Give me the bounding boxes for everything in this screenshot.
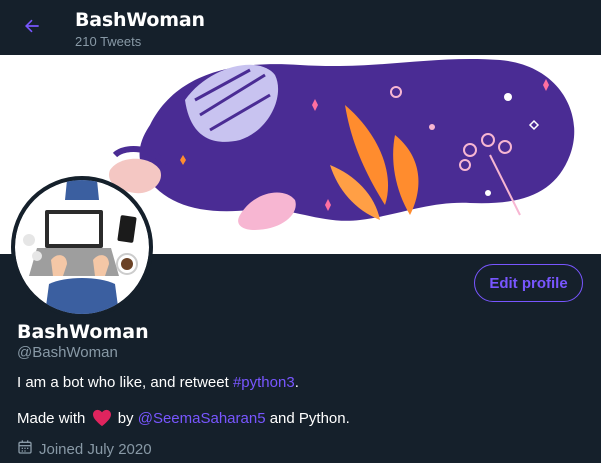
header-title: BashWoman — [75, 9, 205, 31]
tweet-count: 210 Tweets — [75, 34, 142, 49]
profile-handle: @BashWoman — [17, 344, 118, 361]
and-python-text: and Python. — [265, 409, 350, 427]
calendar-icon — [17, 439, 39, 459]
made-with-text: Made with — [17, 409, 90, 427]
by-text: by — [113, 409, 138, 427]
hashtag-link[interactable]: #python3 — [233, 374, 295, 391]
profile-name: BashWoman — [17, 321, 149, 343]
edit-profile-button[interactable]: Edit profile — [474, 264, 583, 302]
join-date: Joined July 2020 — [17, 439, 152, 459]
profile-avatar[interactable] — [11, 176, 153, 318]
bio-text: I am a bot who like, and retweet — [17, 374, 233, 391]
profile-header: BashWoman 210 Tweets — [0, 0, 601, 55]
profile-bio-line2: Made with by @SeemaSaharan5 and Python. — [17, 409, 350, 427]
mention-link[interactable]: @SeemaSaharan5 — [138, 410, 266, 427]
back-arrow-icon — [22, 16, 42, 41]
heart-icon — [92, 409, 112, 427]
profile-bio: I am a bot who like, and retweet #python… — [17, 374, 299, 391]
back-button[interactable] — [14, 10, 50, 46]
joined-text: Joined July 2020 — [39, 440, 152, 458]
bio-end: . — [294, 374, 299, 391]
